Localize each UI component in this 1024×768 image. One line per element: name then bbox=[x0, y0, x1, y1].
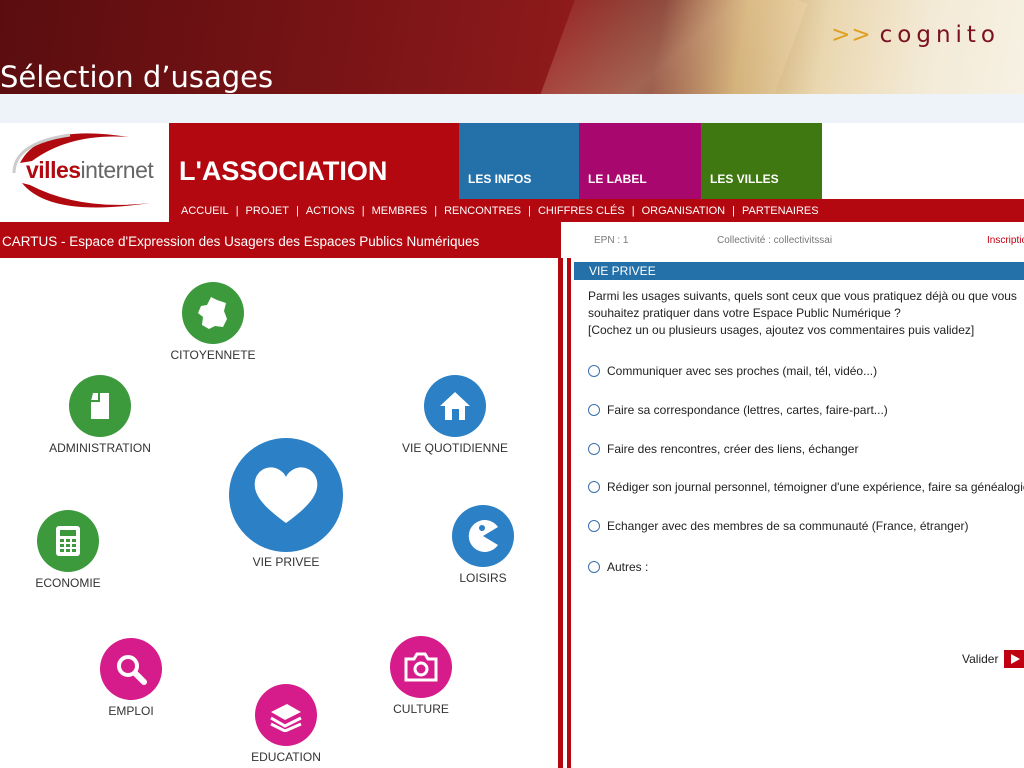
section-title: VIE PRIVEE bbox=[589, 264, 656, 278]
radio-button[interactable] bbox=[588, 443, 600, 455]
header-band bbox=[0, 94, 1024, 123]
books-icon bbox=[255, 684, 317, 746]
camera-icon bbox=[390, 636, 452, 698]
option-label: Faire des rencontres, créer des liens, é… bbox=[607, 442, 859, 456]
brand-name: cognito bbox=[879, 22, 1000, 48]
option-label: Echanger avec des membres de sa communau… bbox=[607, 519, 969, 533]
usage-economie[interactable]: ECONOMIE bbox=[18, 510, 118, 590]
option-rencontres[interactable]: Faire des rencontres, créer des liens, é… bbox=[588, 442, 858, 456]
radio-button[interactable] bbox=[588, 404, 600, 416]
subnav-rencontres[interactable]: RENCONTRES bbox=[444, 205, 521, 217]
usage-label: EDUCATION bbox=[251, 750, 321, 764]
radio-button[interactable] bbox=[588, 520, 600, 532]
subnav-partenaires[interactable]: PARTENAIRES bbox=[742, 205, 819, 217]
logo-wordmark: villesinternet bbox=[26, 157, 154, 183]
association-header[interactable]: L'ASSOCIATION bbox=[169, 123, 459, 199]
usage-loisirs[interactable]: LOISIRS bbox=[438, 505, 528, 585]
page-title: Sélection d’usages bbox=[0, 60, 274, 94]
subnav-actions[interactable]: ACTIONS bbox=[306, 205, 355, 217]
subnav-chiffres-cles[interactable]: CHIFFRES CLÉS bbox=[538, 205, 625, 217]
valider-label: Valider bbox=[962, 652, 999, 666]
calculator-icon bbox=[37, 510, 99, 572]
brand-logo: >> cognito bbox=[831, 22, 1000, 48]
usage-education[interactable]: EDUCATION bbox=[236, 684, 336, 764]
tab-le-label[interactable]: LE LABEL bbox=[579, 123, 701, 199]
usage-culture[interactable]: CULTURE bbox=[371, 636, 471, 716]
usage-label: ADMINISTRATION bbox=[49, 441, 151, 455]
epn-number: EPN : 1 bbox=[594, 235, 629, 246]
cartus-header-text: CARTUS - Espace d'Expression des Usagers… bbox=[2, 234, 480, 249]
epn-info-row: EPN : 1 Collectivité : collectivitssai I… bbox=[571, 228, 1024, 256]
option-label: Communiquer avec ses proches (mail, tél,… bbox=[607, 364, 878, 378]
subnav-accueil[interactable]: ACCUEIL bbox=[181, 205, 229, 217]
cartus-header: CARTUS - Espace d'Expression des Usagers… bbox=[0, 222, 561, 258]
option-communiquer[interactable]: Communiquer avec ses proches (mail, tél,… bbox=[588, 364, 877, 378]
france-map-icon bbox=[182, 282, 244, 344]
inscription-link[interactable]: Inscriptio bbox=[987, 235, 1024, 246]
subnav-projet[interactable]: PROJET bbox=[246, 205, 289, 217]
subnav-membres[interactable]: MEMBRES bbox=[372, 205, 428, 217]
option-correspondance[interactable]: Faire sa correspondance (lettres, cartes… bbox=[588, 403, 888, 417]
banner-sheen bbox=[532, 0, 808, 94]
option-label: Autres : bbox=[607, 560, 649, 574]
site-logo[interactable]: villesinternet bbox=[0, 123, 169, 222]
association-title: L'ASSOCIATION bbox=[179, 156, 388, 186]
right-panel-border bbox=[567, 258, 571, 768]
usage-administration[interactable]: ADMINISTRATION bbox=[45, 375, 155, 455]
radio-button[interactable] bbox=[588, 365, 600, 377]
usage-label: LOISIRS bbox=[459, 571, 507, 585]
pacman-icon bbox=[452, 505, 514, 567]
magnifier-icon bbox=[100, 638, 162, 700]
collectivite-name: Collectivité : collectivitssai bbox=[717, 235, 833, 246]
usage-label: VIE PRIVEE bbox=[252, 555, 320, 569]
option-journal[interactable]: Rédiger son journal personnel, témoigner… bbox=[588, 480, 1024, 494]
usage-label: VIE QUOTIDIENNE bbox=[401, 441, 508, 455]
option-label: Rédiger son journal personnel, témoigner… bbox=[607, 480, 1024, 494]
left-panel-border bbox=[558, 258, 563, 768]
radio-button[interactable] bbox=[588, 481, 600, 493]
usage-emploi[interactable]: EMPLOI bbox=[81, 638, 181, 718]
usage-vie-quotidienne[interactable]: VIE QUOTIDIENNE bbox=[400, 375, 510, 455]
usage-label: CULTURE bbox=[393, 702, 449, 716]
tab-les-infos[interactable]: LES INFOS bbox=[459, 123, 579, 199]
vie-privee-section-header: VIE PRIVEE bbox=[574, 262, 1024, 280]
radio-button[interactable] bbox=[588, 561, 600, 573]
subnav-organisation[interactable]: ORGANISATION bbox=[642, 205, 726, 217]
usage-label: ECONOMIE bbox=[35, 576, 101, 590]
usage-label: CITOYENNETE bbox=[170, 348, 256, 362]
heart-icon bbox=[229, 438, 343, 552]
usage-label: EMPLOI bbox=[108, 704, 154, 718]
valider-button[interactable]: Valider bbox=[962, 650, 1024, 668]
tab-les-villes[interactable]: LES VILLES bbox=[701, 123, 822, 199]
sub-navigation: ACCUEIL | PROJET | ACTIONS | MEMBRES | RENCONTRE… bbox=[169, 199, 1024, 222]
play-arrow-icon bbox=[1004, 650, 1024, 668]
option-label: Faire sa correspondance (lettres, cartes… bbox=[607, 403, 888, 417]
option-communaute[interactable]: Echanger avec des membres de sa communau… bbox=[588, 519, 969, 533]
presentation-banner: >> cognito Sélection d’usages bbox=[0, 0, 1024, 94]
instructions-text: Parmi les usages suivants, quels sont ce… bbox=[588, 289, 1017, 337]
document-icon bbox=[69, 375, 131, 437]
house-icon bbox=[424, 375, 486, 437]
option-autres[interactable]: Autres : bbox=[588, 560, 648, 574]
usage-vie-privee[interactable]: VIE PRIVEE bbox=[216, 438, 356, 569]
brand-arrows: >> bbox=[831, 22, 872, 48]
usage-citoyennete[interactable]: CITOYENNETE bbox=[163, 282, 263, 362]
